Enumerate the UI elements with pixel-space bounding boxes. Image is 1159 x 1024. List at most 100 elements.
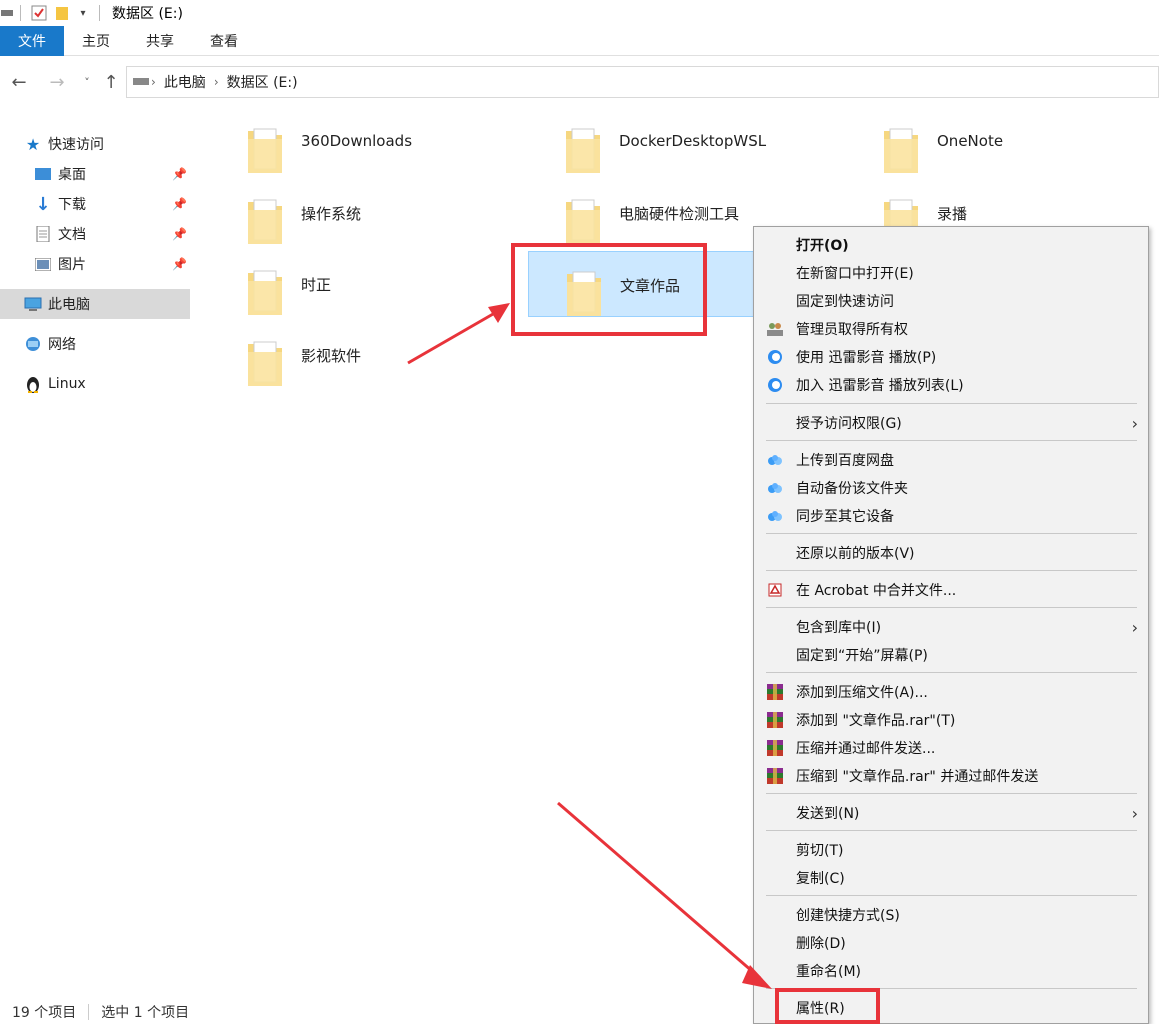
tab-file[interactable]: 文件 xyxy=(0,26,64,56)
breadcrumb-drive-e[interactable]: 数据区 (E:) xyxy=(227,72,298,92)
menu-item-send-to[interactable]: 发送到(N) › xyxy=(754,799,1148,827)
customize-toolbar-icon[interactable]: ▾ xyxy=(73,0,93,26)
menu-item-take-ownership[interactable]: 管理员取得所有权 xyxy=(754,315,1148,343)
menu-item-label: 使用 迅雷影音 播放(P) xyxy=(796,350,937,366)
menu-separator xyxy=(766,570,1137,571)
sidebar-item-quick-access[interactable]: ★ 快速访问 xyxy=(0,129,190,159)
sidebar-item-this-pc[interactable]: 此电脑 xyxy=(0,289,190,319)
recent-locations-icon[interactable]: ˅ xyxy=(74,69,100,95)
document-icon xyxy=(34,226,52,242)
menu-item-create-shortcut[interactable]: 创建快捷方式(S) xyxy=(754,901,1148,929)
menu-item-label: 打开(O) xyxy=(796,238,849,254)
sidebar-item-downloads[interactable]: ↓ 下载 📌 xyxy=(0,189,190,219)
pin-icon[interactable]: 📌 xyxy=(172,257,187,271)
sidebar-item-desktop[interactable]: 桌面 📌 xyxy=(0,159,190,189)
menu-item-xunlei-play[interactable]: 使用 迅雷影音 播放(P) xyxy=(754,343,1148,371)
penguin-icon xyxy=(24,376,42,393)
chevron-right-icon[interactable]: › xyxy=(214,75,219,89)
back-arrow-icon[interactable]: ← xyxy=(6,69,32,95)
drive-icon xyxy=(0,0,14,26)
highlight-box-selected-folder xyxy=(511,243,707,336)
sidebar-item-label: Linux xyxy=(48,376,86,392)
sidebar-item-label: 网络 xyxy=(48,337,76,353)
highlight-box-properties xyxy=(775,988,880,1024)
menu-item-open[interactable]: 打开(O) xyxy=(754,231,1148,259)
menu-item-label: 固定到快速访问 xyxy=(796,294,894,310)
baidu-cloud-icon xyxy=(766,451,784,469)
menu-item-label: 上传到百度网盘 xyxy=(796,453,894,469)
folder-icon xyxy=(246,125,284,175)
menu-item-restore-versions[interactable]: 还原以前的版本(V) xyxy=(754,539,1148,567)
tab-share[interactable]: 共享 xyxy=(128,26,192,56)
chevron-right-icon[interactable]: › xyxy=(151,75,156,89)
winrar-icon xyxy=(766,767,784,785)
folder-name: 影视软件 xyxy=(301,347,362,365)
sidebar-item-documents[interactable]: 文档 📌 xyxy=(0,219,190,249)
picture-icon xyxy=(34,256,52,272)
sidebar-item-label: 快速访问 xyxy=(48,137,104,153)
menu-item-compress-rar-email[interactable]: 压缩到 "文章作品.rar" 并通过邮件发送 xyxy=(754,762,1148,790)
folder-icon xyxy=(564,196,602,246)
menu-item-xunlei-playlist[interactable]: 加入 迅雷影音 播放列表(L) xyxy=(754,371,1148,399)
folder-icon xyxy=(246,196,284,246)
menu-item-add-rar[interactable]: 添加到 "文章作品.rar"(T) xyxy=(754,706,1148,734)
properties-quick-icon[interactable] xyxy=(27,0,51,26)
new-folder-quick-icon[interactable] xyxy=(51,0,73,26)
red-arrow-icon xyxy=(557,801,772,989)
star-icon: ★ xyxy=(25,134,41,154)
menu-item-compress-email[interactable]: 压缩并通过邮件发送... xyxy=(754,734,1148,762)
menu-item-auto-backup[interactable]: 自动备份该文件夹 xyxy=(754,474,1148,502)
folder-item[interactable]: 操作系统 xyxy=(210,180,510,246)
menu-item-pin-start[interactable]: 固定到“开始”屏幕(P) xyxy=(754,641,1148,669)
folder-item[interactable]: DockerDesktopWSL xyxy=(528,109,828,175)
menu-separator xyxy=(766,830,1137,831)
tab-home[interactable]: 主页 xyxy=(64,26,128,56)
folder-icon xyxy=(882,125,920,175)
xunlei-icon xyxy=(766,348,784,366)
menu-item-pin-quick-access[interactable]: 固定到快速访问 xyxy=(754,287,1148,315)
sidebar-item-label: 此电脑 xyxy=(48,297,90,313)
pin-icon[interactable]: 📌 xyxy=(172,167,187,181)
menu-item-label: 复制(C) xyxy=(796,871,845,887)
menu-separator xyxy=(766,793,1137,794)
menu-item-add-archive[interactable]: 添加到压缩文件(A)... xyxy=(754,678,1148,706)
menu-item-delete[interactable]: 删除(D) xyxy=(754,929,1148,957)
winrar-icon xyxy=(766,683,784,701)
folder-item[interactable]: 360Downloads xyxy=(210,109,510,175)
menu-item-upload-baidu[interactable]: 上传到百度网盘 xyxy=(754,446,1148,474)
pin-icon[interactable]: 📌 xyxy=(172,197,187,211)
pin-icon[interactable]: 📌 xyxy=(172,227,187,241)
menu-item-copy[interactable]: 复制(C) xyxy=(754,864,1148,892)
xunlei-icon xyxy=(766,376,784,394)
address-bar[interactable]: › 此电脑 › 数据区 (E:) xyxy=(126,66,1159,98)
menu-item-open-new-window[interactable]: 在新窗口中打开(E) xyxy=(754,259,1148,287)
tab-view[interactable]: 查看 xyxy=(192,26,256,56)
forward-arrow-icon[interactable]: → xyxy=(44,69,70,95)
menu-item-cut[interactable]: 剪切(T) xyxy=(754,836,1148,864)
sidebar-item-network[interactable]: 网络 xyxy=(0,329,190,359)
folder-name: 操作系统 xyxy=(301,205,362,223)
context-menu: 打开(O) 在新窗口中打开(E) 固定到快速访问管理员取得所有权使用 迅雷影音 播放… xyxy=(753,226,1149,1024)
winrar-icon xyxy=(766,739,784,757)
menu-item-rename[interactable]: 重命名(M) xyxy=(754,957,1148,985)
folder-item[interactable]: OneNote xyxy=(846,109,1146,175)
item-count: 19 个项目 xyxy=(12,1004,77,1021)
menu-item-sync-devices[interactable]: 同步至其它设备 xyxy=(754,502,1148,530)
menu-item-acrobat-merge[interactable]: 在 Acrobat 中合并文件... xyxy=(754,576,1148,604)
menu-item-label: 删除(D) xyxy=(796,936,846,952)
up-arrow-icon[interactable]: ↑ xyxy=(98,69,124,95)
menu-item-label: 自动备份该文件夹 xyxy=(796,481,908,497)
sidebar-item-label: 桌面 xyxy=(58,167,86,183)
acrobat-icon xyxy=(766,581,784,599)
sidebar-item-pictures[interactable]: 图片 📌 xyxy=(0,249,190,279)
selection-count: 选中 1 个项目 xyxy=(101,1004,190,1021)
window-title: 数据区 (E:) xyxy=(112,6,183,22)
menu-item-label: 添加到 "文章作品.rar"(T) xyxy=(796,713,956,729)
sidebar-item-linux[interactable]: Linux xyxy=(0,369,190,399)
download-arrow-icon: ↓ xyxy=(35,193,51,215)
menu-item-give-access[interactable]: 授予访问权限(G) › xyxy=(754,409,1148,437)
sidebar-item-label: 文档 xyxy=(58,227,86,243)
menu-item-label: 加入 迅雷影音 播放列表(L) xyxy=(796,378,964,394)
menu-item-include-library[interactable]: 包含到库中(I) › xyxy=(754,613,1148,641)
breadcrumb-this-pc[interactable]: 此电脑 xyxy=(164,72,206,92)
